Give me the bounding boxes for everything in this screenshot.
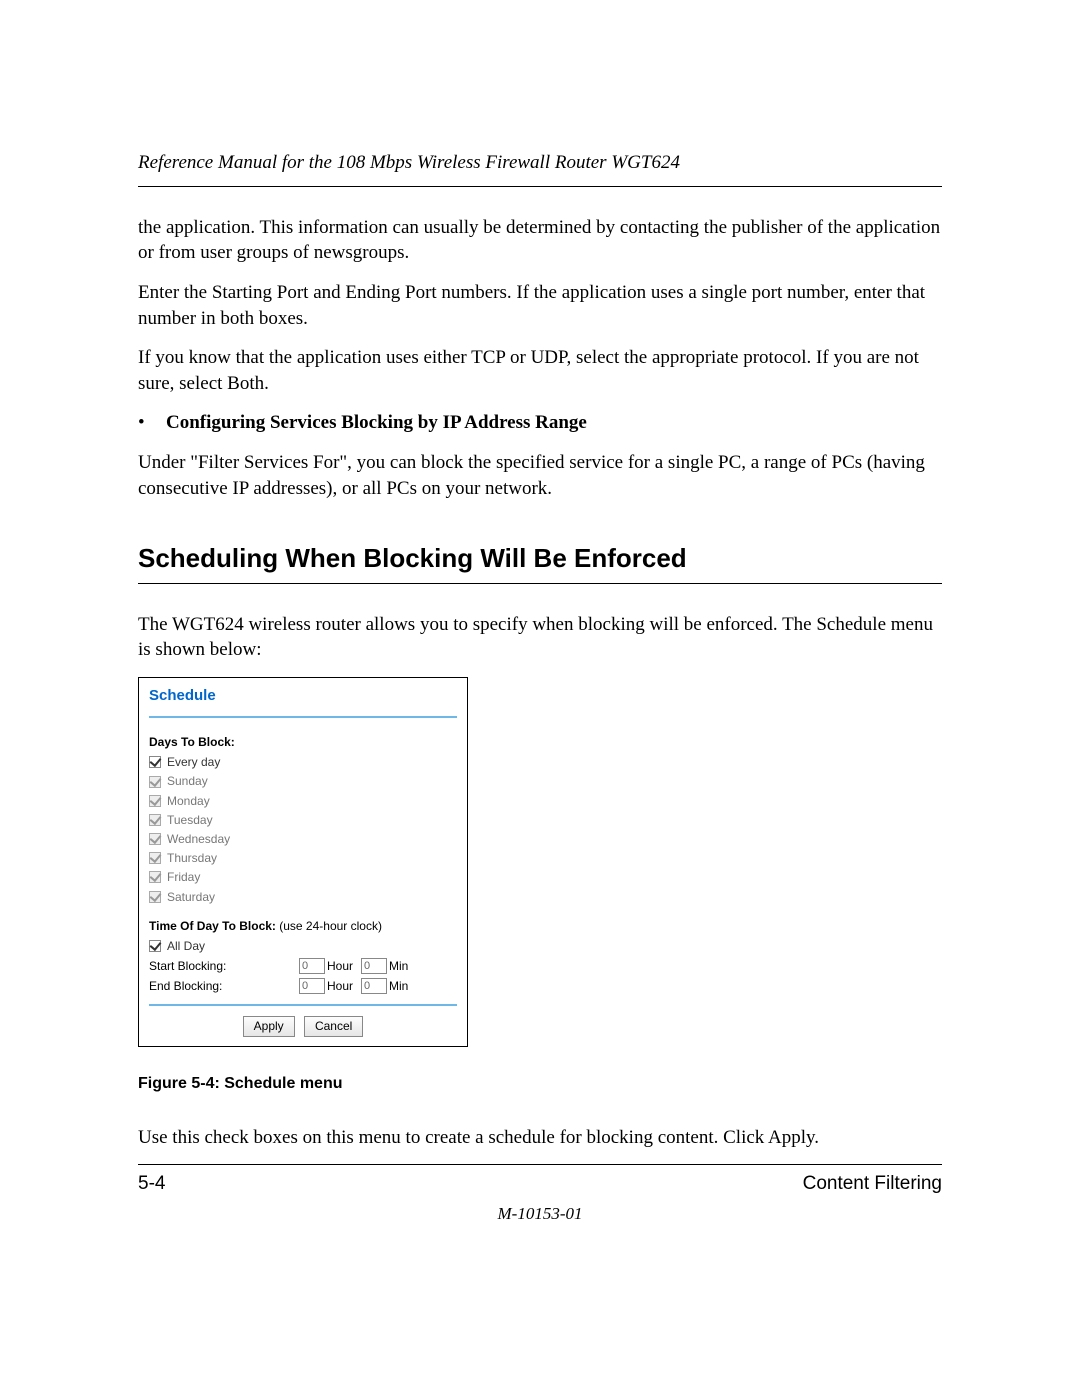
bullet-marker: • (138, 410, 166, 436)
schedule-panel-title: Schedule (149, 686, 457, 710)
footer-section-name: Content Filtering (803, 1171, 942, 1197)
schedule-screenshot: Schedule Days To Block: Every day Sunday… (138, 677, 468, 1047)
header-rule (138, 186, 942, 187)
schedule-button-row: Apply Cancel (149, 1012, 457, 1038)
start-blocking-label: Start Blocking: (149, 958, 299, 974)
hour-unit: Hour (327, 978, 353, 994)
day-row-monday: Monday (149, 793, 457, 809)
checkbox-sunday[interactable] (149, 776, 161, 788)
end-min-input[interactable]: 0 (361, 978, 387, 994)
schedule-divider (149, 1004, 457, 1006)
section-heading: Scheduling When Blocking Will Be Enforce… (138, 541, 942, 576)
footer-rule (138, 1164, 942, 1165)
day-row-tuesday: Tuesday (149, 812, 457, 828)
end-hour-input[interactable]: 0 (299, 978, 325, 994)
body-paragraph: If you know that the application uses ei… (138, 345, 942, 396)
checkbox-label: Sunday (167, 773, 208, 789)
checkbox-label: All Day (167, 938, 205, 954)
footer-row: 5-4 Content Filtering (138, 1171, 942, 1197)
checkbox-label: Thursday (167, 850, 217, 866)
checkbox-label: Tuesday (167, 812, 213, 828)
footer-doc-id: M-10153-01 (138, 1203, 942, 1226)
checkbox-label: Saturday (167, 889, 215, 905)
day-row-sunday: Sunday (149, 773, 457, 789)
page-number: 5-4 (138, 1171, 165, 1197)
body-paragraph: Use this check boxes on this menu to cre… (138, 1125, 942, 1151)
checkbox-label: Monday (167, 793, 210, 809)
end-blocking-row: End Blocking: 0 Hour 0 Min (149, 978, 457, 994)
body-paragraph: Enter the Starting Port and Ending Port … (138, 280, 942, 331)
figure-caption: Figure 5-4: Schedule menu (138, 1073, 942, 1095)
document-page: Reference Manual for the 108 Mbps Wirele… (0, 0, 1080, 1397)
body-paragraph: the application. This information can us… (138, 215, 942, 266)
schedule-divider (149, 716, 457, 718)
start-blocking-row: Start Blocking: 0 Hour 0 Min (149, 958, 457, 974)
checkbox-everyday[interactable] (149, 756, 161, 768)
time-note: (use 24-hour clock) (276, 919, 382, 933)
checkbox-label: Every day (167, 754, 220, 770)
checkbox-label: Wednesday (167, 831, 230, 847)
checkbox-monday[interactable] (149, 795, 161, 807)
checkbox-friday[interactable] (149, 871, 161, 883)
checkbox-tuesday[interactable] (149, 814, 161, 826)
day-row-friday: Friday (149, 869, 457, 885)
running-header: Reference Manual for the 108 Mbps Wirele… (138, 150, 942, 176)
start-hour-input[interactable]: 0 (299, 958, 325, 974)
body-paragraph: Under "Filter Services For", you can blo… (138, 450, 942, 501)
time-of-day-label: Time Of Day To Block: (use 24-hour clock… (149, 918, 457, 934)
day-row-saturday: Saturday (149, 889, 457, 905)
day-row-thursday: Thursday (149, 850, 457, 866)
checkbox-thursday[interactable] (149, 852, 161, 864)
start-min-input[interactable]: 0 (361, 958, 387, 974)
day-row-wednesday: Wednesday (149, 831, 457, 847)
checkbox-wednesday[interactable] (149, 833, 161, 845)
hour-unit: Hour (327, 958, 353, 974)
bullet-text: Configuring Services Blocking by IP Addr… (166, 410, 587, 436)
all-day-row: All Day (149, 938, 457, 954)
bullet-item: • Configuring Services Blocking by IP Ad… (138, 410, 942, 436)
min-unit: Min (389, 978, 408, 994)
checkbox-saturday[interactable] (149, 891, 161, 903)
days-to-block-label: Days To Block: (149, 734, 457, 750)
apply-button[interactable]: Apply (243, 1016, 295, 1036)
checkbox-label: Friday (167, 869, 200, 885)
end-blocking-label: End Blocking: (149, 978, 299, 994)
min-unit: Min (389, 958, 408, 974)
day-row-everyday: Every day (149, 754, 457, 770)
section-rule (138, 583, 942, 584)
checkbox-all-day[interactable] (149, 940, 161, 952)
body-paragraph: The WGT624 wireless router allows you to… (138, 612, 942, 663)
cancel-button[interactable]: Cancel (304, 1016, 363, 1036)
